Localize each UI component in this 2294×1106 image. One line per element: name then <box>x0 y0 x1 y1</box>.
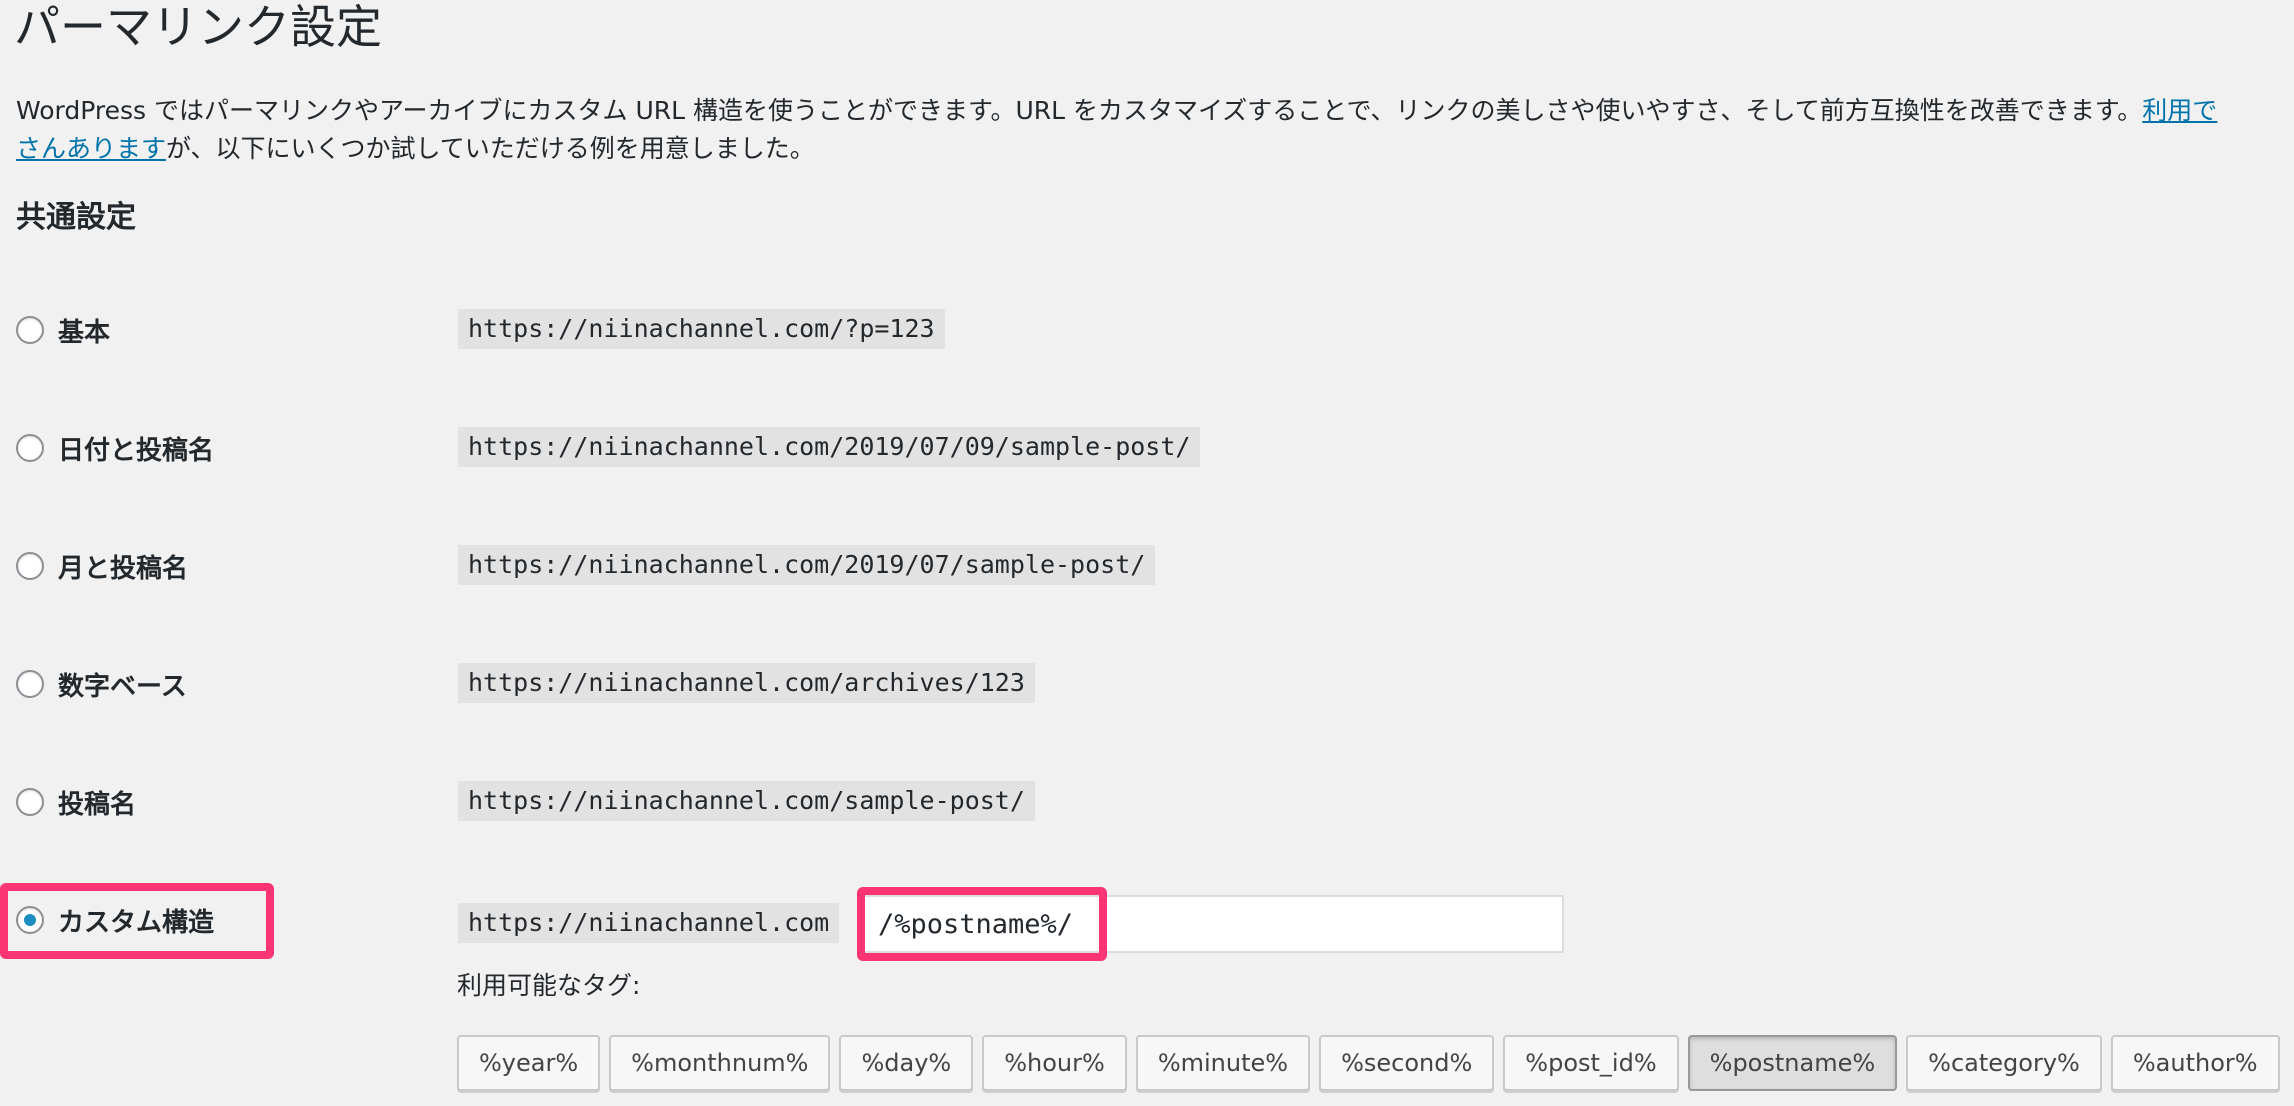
option-label: 投稿名 <box>58 789 137 820</box>
custom-base-url: https://niinachannel.com <box>458 903 840 943</box>
tag-button-day[interactable]: %day% <box>839 1035 974 1091</box>
tag-button-second[interactable]: %second% <box>1319 1035 1495 1091</box>
permalink-option-day-name[interactable]: 日付と投稿名 <box>16 418 214 478</box>
radio-button-day-name[interactable] <box>16 434 44 462</box>
radio-button-numeric[interactable] <box>16 670 44 698</box>
tag-button-hour[interactable]: %hour% <box>982 1035 1127 1091</box>
option-label: 日付と投稿名 <box>58 435 215 466</box>
example-url: https://niinachannel.com/?p=123 <box>458 309 945 349</box>
highlight-box-custom-input <box>857 887 1107 961</box>
example-url: https://niinachannel.com/archives/123 <box>458 663 1035 703</box>
radio-button-month-name[interactable] <box>16 552 44 580</box>
option-label: 数字ベース <box>58 671 187 702</box>
intro-link[interactable]: 利用で <box>2142 96 2217 125</box>
tag-button-monthnum[interactable]: %monthnum% <box>609 1035 831 1091</box>
tag-button-post-id[interactable]: %post_id% <box>1503 1035 1679 1091</box>
permalink-option-plain[interactable]: 基本 <box>16 300 110 360</box>
option-label: 月と投稿名 <box>58 553 189 584</box>
radio-button-plain[interactable] <box>16 316 44 344</box>
example-url: https://niinachannel.com/2019/07/09/samp… <box>458 427 1201 467</box>
example-url: https://niinachannel.com/2019/07/sample-… <box>458 545 1156 585</box>
example-url: https://niinachannel.com/sample-post/ <box>458 781 1035 821</box>
tag-button-minute[interactable]: %minute% <box>1135 1035 1311 1091</box>
intro-text-tail: が、以下にいくつか試していただける例を用意しました。 <box>166 134 815 163</box>
available-tags-list: %year% %monthnum% %day% %hour% %minute% … <box>457 1035 2280 1091</box>
available-tags-label: 利用可能なタグ: <box>457 971 641 1000</box>
permalink-option-month-name[interactable]: 月と投稿名 <box>16 536 188 596</box>
permalink-option-row-numeric: 数字ベース https://niinachannel.com/archives/… <box>0 654 2294 714</box>
intro-paragraph: WordPress ではパーマリンクやアーカイブにカスタム URL 構造を使うこ… <box>16 92 2294 168</box>
permalink-option-post-name[interactable]: 投稿名 <box>16 772 136 832</box>
tag-button-author[interactable]: %author% <box>2110 1035 2280 1091</box>
intro-text: WordPress ではパーマリンクやアーカイブにカスタム URL 構造を使うこ… <box>16 96 2143 125</box>
radio-button-post-name[interactable] <box>16 788 44 816</box>
option-label: 基本 <box>58 317 111 348</box>
page-title: パーマリンク設定 <box>14 0 382 54</box>
permalink-option-row-plain: 基本 https://niinachannel.com/?p=123 <box>0 300 2294 360</box>
tag-button-postname[interactable]: %postname% <box>1687 1035 1898 1091</box>
permalink-option-numeric[interactable]: 数字ベース <box>16 654 187 714</box>
permalink-option-row-post-name: 投稿名 https://niinachannel.com/sample-post… <box>0 772 2294 832</box>
intro-link-continued[interactable]: さんあります <box>16 134 166 163</box>
highlight-box-custom-option <box>0 883 274 959</box>
permalink-option-row-day-name: 日付と投稿名 https://niinachannel.com/2019/07/… <box>0 418 2294 478</box>
tag-button-year[interactable]: %year% <box>457 1035 601 1091</box>
tag-button-category[interactable]: %category% <box>1906 1035 2102 1091</box>
section-title-common-settings: 共通設定 <box>16 200 136 235</box>
permalink-option-row-month-name: 月と投稿名 https://niinachannel.com/2019/07/s… <box>0 536 2294 596</box>
